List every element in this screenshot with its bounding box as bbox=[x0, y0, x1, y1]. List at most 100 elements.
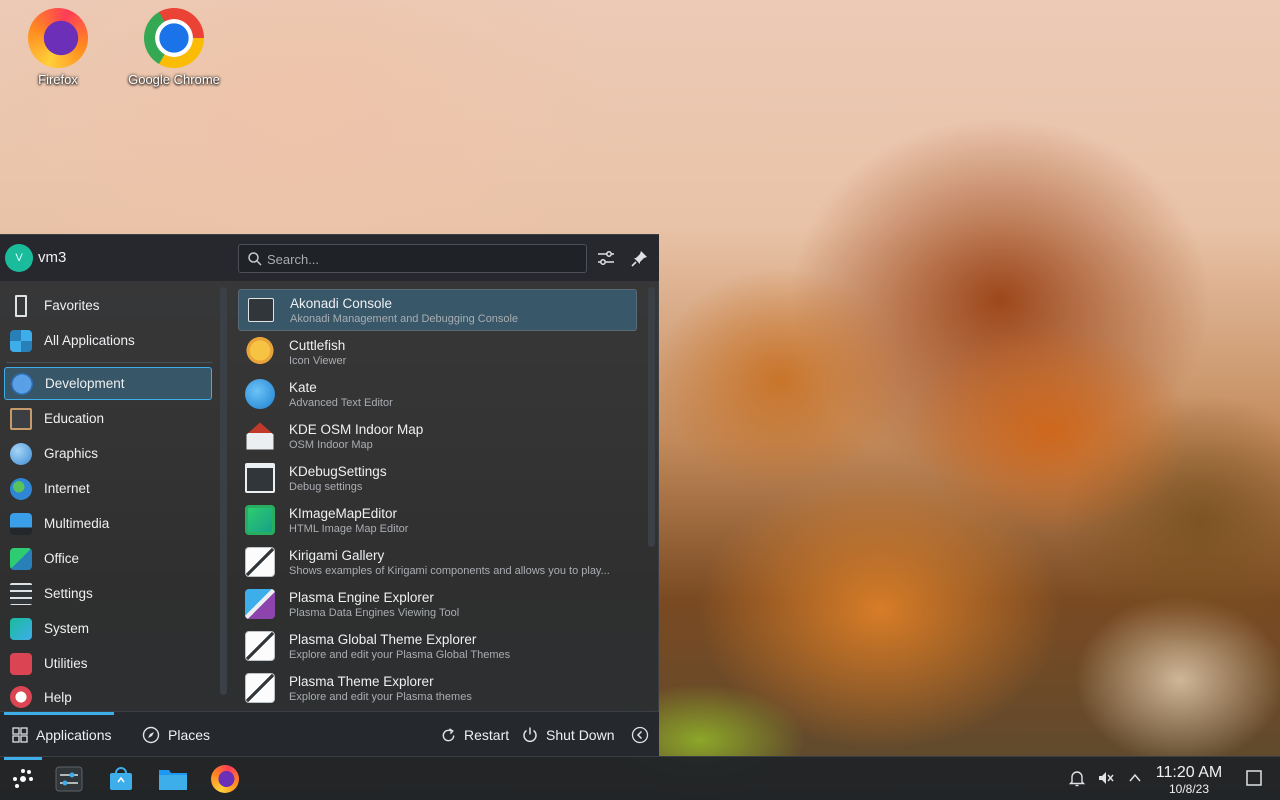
category-label: Utilities bbox=[44, 656, 88, 671]
app-name: Akonadi Console bbox=[290, 295, 393, 311]
list-item[interactable]: KDE OSM Indoor Map OSM Indoor Map bbox=[238, 415, 637, 457]
multimedia-icon bbox=[10, 512, 32, 535]
app-name: Kirigami Gallery bbox=[289, 547, 385, 563]
tab-applications[interactable]: Applications bbox=[4, 712, 114, 758]
app-description: Icon Viewer bbox=[289, 354, 347, 367]
system-settings-icon bbox=[55, 766, 83, 792]
app-description: Akonadi Management and Debugging Console bbox=[290, 312, 519, 325]
list-item[interactable]: KDebugSettings Debug settings bbox=[238, 457, 637, 499]
tray-expand[interactable] bbox=[1124, 767, 1146, 789]
kate-icon bbox=[245, 379, 275, 409]
list-item[interactable]: Plasma Theme Explorer Explore and edit y… bbox=[238, 667, 637, 709]
category-education[interactable]: Education bbox=[4, 402, 212, 435]
category-help[interactable]: Help bbox=[4, 682, 212, 712]
firefox-icon bbox=[211, 765, 239, 793]
debug-settings-icon bbox=[245, 463, 275, 493]
tray-volume[interactable] bbox=[1095, 767, 1117, 789]
show-desktop-icon bbox=[1246, 770, 1262, 786]
app-description: Advanced Text Editor bbox=[289, 396, 393, 409]
category-label: All Applications bbox=[44, 333, 135, 348]
leave-menu-button[interactable] bbox=[631, 712, 649, 758]
shutdown-label: Shut Down bbox=[546, 727, 615, 743]
list-item[interactable]: Plasma Engine Explorer Plasma Data Engin… bbox=[238, 583, 637, 625]
category-divider bbox=[6, 362, 212, 363]
app-description: OSM Indoor Map bbox=[289, 438, 373, 451]
sliders-icon bbox=[598, 251, 614, 265]
shutdown-button[interactable]: Shut Down bbox=[521, 712, 614, 758]
app-name: KDebugSettings bbox=[289, 463, 387, 479]
app-description: Explore and edit your Plasma themes bbox=[289, 690, 472, 703]
search-box[interactable] bbox=[238, 244, 587, 273]
category-graphics[interactable]: Graphics bbox=[4, 437, 212, 470]
desktop-icon-chrome[interactable]: Google Chrome bbox=[124, 2, 224, 87]
desktop-icon-label: Firefox bbox=[38, 72, 78, 87]
chrome-icon bbox=[144, 8, 204, 68]
clock-time[interactable]: 11:20 AM bbox=[1150, 764, 1228, 782]
category-system[interactable]: System bbox=[4, 612, 212, 645]
category-office[interactable]: Office bbox=[4, 542, 212, 575]
tray-notifications[interactable] bbox=[1066, 767, 1088, 789]
category-label: System bbox=[44, 621, 90, 636]
launcher-active-indicator bbox=[4, 757, 42, 760]
list-item[interactable]: Plasma Global Theme Explorer Explore and… bbox=[238, 625, 637, 667]
tab-label: Places bbox=[168, 727, 211, 743]
category-label: Internet bbox=[44, 481, 90, 496]
tab-label: Applications bbox=[36, 727, 112, 743]
launcher-footer: Applications Places Restart Shut Down bbox=[0, 711, 659, 757]
list-item[interactable]: KImageMapEditor HTML Image Map Editor bbox=[238, 499, 637, 541]
active-tab-indicator bbox=[4, 712, 114, 715]
category-development[interactable]: Development bbox=[4, 367, 212, 400]
discover-icon bbox=[110, 767, 132, 790]
user-name[interactable]: vm3 bbox=[38, 249, 66, 266]
pin-button[interactable] bbox=[629, 247, 651, 269]
house-icon bbox=[246, 422, 274, 450]
category-settings[interactable]: Settings bbox=[4, 577, 212, 610]
category-label: Favorites bbox=[44, 298, 100, 313]
app-description: HTML Image Map Editor bbox=[289, 522, 409, 535]
category-internet[interactable]: Internet bbox=[4, 472, 212, 505]
avatar[interactable]: V bbox=[5, 244, 33, 272]
search-input[interactable] bbox=[267, 249, 577, 269]
taskbar-dolphin[interactable] bbox=[156, 763, 190, 795]
category-label: Settings bbox=[44, 586, 93, 601]
pen-icon bbox=[245, 631, 275, 661]
desktop-icon-label: Google Chrome bbox=[128, 72, 220, 87]
list-item[interactable]: Akonadi Console Akonadi Management and D… bbox=[238, 289, 637, 331]
list-item[interactable]: Kirigami Gallery Shows examples of Kirig… bbox=[238, 541, 637, 583]
taskbar-firefox[interactable] bbox=[208, 763, 242, 795]
bookmark-icon bbox=[15, 294, 27, 317]
application-scrollbar[interactable] bbox=[648, 287, 655, 547]
category-label: Graphics bbox=[44, 446, 99, 461]
image-map-icon bbox=[245, 505, 275, 535]
desktop-icon-firefox[interactable]: Firefox bbox=[8, 2, 108, 87]
clock-date[interactable]: 10/8/23 bbox=[1150, 782, 1228, 796]
launcher-header: V vm3 bbox=[0, 235, 659, 281]
category-all-applications[interactable]: All Applications bbox=[4, 324, 212, 357]
compass-icon bbox=[142, 726, 160, 744]
application-launcher-button[interactable] bbox=[6, 763, 40, 795]
grid-icon bbox=[10, 329, 32, 352]
cuttlefish-icon bbox=[245, 337, 275, 367]
pin-icon bbox=[631, 251, 647, 267]
taskbar-system-settings[interactable] bbox=[52, 763, 86, 795]
list-item[interactable]: Kate Advanced Text Editor bbox=[238, 373, 637, 415]
app-name: Plasma Global Theme Explorer bbox=[289, 631, 477, 647]
category-label: Help bbox=[44, 689, 72, 705]
taskbar-discover[interactable] bbox=[104, 763, 138, 795]
configure-button[interactable] bbox=[595, 247, 617, 269]
power-icon bbox=[523, 727, 537, 743]
category-multimedia[interactable]: Multimedia bbox=[4, 507, 212, 540]
category-label: Multimedia bbox=[44, 516, 110, 531]
bell-icon bbox=[1068, 771, 1086, 787]
app-name: Plasma Theme Explorer bbox=[289, 673, 434, 689]
category-favorites[interactable]: Favorites bbox=[4, 289, 212, 322]
restart-button[interactable]: Restart bbox=[440, 712, 509, 758]
wand-icon bbox=[245, 589, 275, 619]
list-item[interactable]: Cuttlefish Icon Viewer bbox=[238, 331, 637, 373]
category-scrollbar[interactable] bbox=[220, 287, 227, 695]
category-utilities[interactable]: Utilities bbox=[4, 647, 212, 680]
show-desktop-button[interactable] bbox=[1243, 767, 1265, 789]
office-icon bbox=[10, 547, 32, 570]
dolphin-icon bbox=[159, 770, 187, 790]
tab-places[interactable]: Places bbox=[142, 712, 222, 758]
